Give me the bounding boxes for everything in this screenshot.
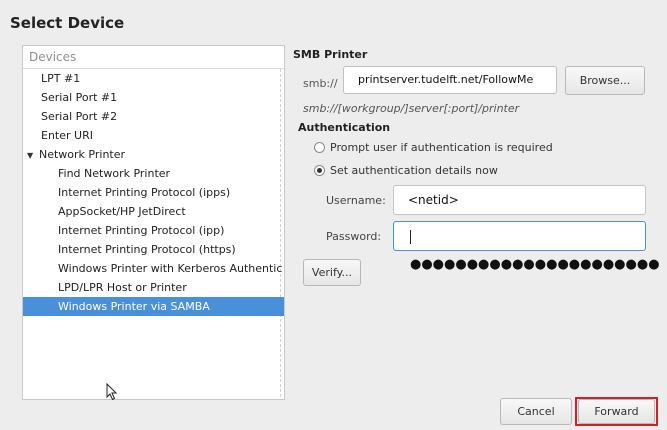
device-lpt1[interactable]: LPT #1 (23, 69, 284, 88)
text-caret (410, 229, 411, 244)
devices-tree[interactable]: LPT #1 Serial Port #1 Serial Port #2 Ent… (23, 69, 284, 316)
prompt-auth-label: Prompt user if authentication is require… (330, 141, 553, 154)
set-auth-label: Set authentication details now (330, 164, 498, 177)
username-field[interactable]: <netid> (393, 185, 646, 215)
prompt-auth-radio[interactable] (314, 142, 325, 153)
smb-prefix-label: smb:// (303, 77, 338, 90)
dialog-title: Select Device (10, 14, 125, 32)
username-label: Username: (326, 194, 386, 207)
device-windows-samba[interactable]: Windows Printer via SAMBA (23, 297, 284, 316)
set-auth-radio-row[interactable]: Set authentication details now (314, 164, 498, 177)
device-windows-kerberos[interactable]: Windows Printer with Kerberos Authentic (23, 259, 284, 278)
device-network-printer[interactable]: ▼ Network Printer (23, 145, 284, 164)
device-enter-uri[interactable]: Enter URI (23, 126, 284, 145)
devices-header: Devices (23, 46, 284, 69)
device-ipp[interactable]: Internet Printing Protocol (ipp) (23, 221, 284, 240)
password-mask: ●●●●●●●●●●●●●●●●●●●●●● (410, 257, 660, 272)
password-label: Password: (326, 230, 382, 243)
smb-section-title: SMB Printer (293, 48, 368, 61)
password-field[interactable]: ●●●●●●●●●●●●●●●●●●●●●● (393, 221, 660, 272)
set-auth-radio[interactable] (314, 165, 325, 176)
browse-button[interactable]: Browse... (565, 66, 645, 95)
triangle-down-icon[interactable]: ▼ (27, 146, 39, 164)
smb-uri-input[interactable]: printserver.tudelft.net/FollowMe (343, 66, 557, 94)
auth-section-title: Authentication (298, 121, 391, 134)
device-serial-2[interactable]: Serial Port #2 (23, 107, 284, 126)
cancel-button[interactable]: Cancel (500, 398, 572, 425)
device-lpd-lpr[interactable]: LPD/LPR Host or Printer (23, 278, 284, 297)
device-serial-1[interactable]: Serial Port #1 (23, 88, 284, 107)
device-find-network-printer[interactable]: Find Network Printer (23, 164, 284, 183)
device-appsocket[interactable]: AppSocket/HP JetDirect (23, 202, 284, 221)
smb-uri-hint: smb://[workgroup/]server[:port]/printer (303, 102, 520, 115)
pointer-arrow-icon (106, 383, 118, 401)
device-https[interactable]: Internet Printing Protocol (https) (23, 240, 284, 259)
device-ipps[interactable]: Internet Printing Protocol (ipps) (23, 183, 284, 202)
forward-highlight-box (575, 397, 658, 426)
verify-button[interactable]: Verify... (303, 259, 361, 286)
devices-list[interactable]: Devices LPT #1 Serial Port #1 Serial Por… (22, 45, 285, 400)
prompt-auth-radio-row[interactable]: Prompt user if authentication is require… (314, 141, 553, 154)
device-network-printer-label: Network Printer (39, 148, 126, 161)
